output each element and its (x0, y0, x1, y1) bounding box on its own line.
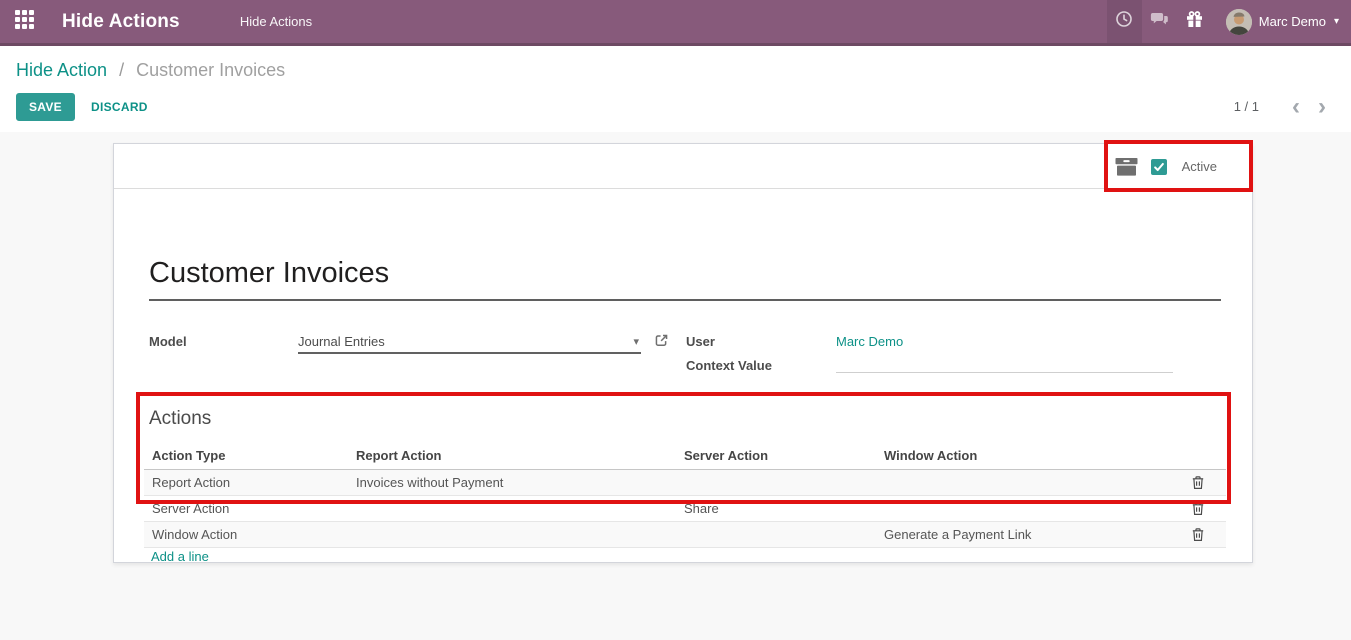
gift-button[interactable] (1177, 0, 1212, 43)
active-label: Active (1182, 159, 1217, 174)
form-sheet: Active Customer Invoices Model Journal E… (113, 143, 1253, 563)
column-header-server-action[interactable]: Server Action (676, 443, 876, 469)
actions-section-heading: Actions (149, 408, 211, 430)
model-value: Journal Entries (298, 334, 633, 349)
form-statusbar: Active (114, 144, 1252, 189)
cell-action-type[interactable]: Report Action (144, 469, 348, 495)
archive-box-icon (1115, 157, 1138, 177)
activity-menu-button[interactable] (1107, 0, 1142, 43)
add-a-line-link[interactable]: Add a line (151, 549, 209, 564)
external-link-button[interactable] (654, 333, 669, 348)
pager-value: 1 / 1 (1234, 99, 1259, 114)
model-label: Model (149, 334, 187, 349)
context-value-field[interactable] (836, 351, 1173, 373)
cell-window-action[interactable] (876, 495, 1169, 521)
active-toggle-group: Active (1115, 144, 1217, 189)
trash-icon (1191, 475, 1205, 490)
breadcrumb-current: Customer Invoices (136, 60, 285, 80)
external-link-icon (654, 333, 669, 348)
table-row[interactable]: Report Action Invoices without Payment (144, 469, 1226, 495)
menu-item-hide-actions[interactable]: Hide Actions (240, 14, 312, 29)
cell-action-type[interactable]: Window Action (144, 521, 348, 547)
apps-menu-button[interactable] (0, 0, 48, 43)
delete-row-button[interactable] (1191, 527, 1205, 542)
top-menu: Hide Actions (240, 13, 312, 31)
gift-icon (1186, 11, 1203, 33)
app-title[interactable]: Hide Actions (62, 11, 180, 33)
cell-window-action[interactable]: Generate a Payment Link (876, 521, 1169, 547)
check-icon (1153, 161, 1165, 173)
model-field[interactable]: Journal Entries ▾ (298, 331, 641, 354)
record-title[interactable]: Customer Invoices (149, 257, 1221, 301)
cell-report-action[interactable] (348, 495, 676, 521)
delete-row-button[interactable] (1191, 475, 1205, 490)
pager-next-button[interactable]: › (1309, 97, 1335, 117)
breadcrumb-parent-link[interactable]: Hide Action (16, 60, 107, 80)
column-header-delete (1169, 443, 1226, 469)
table-header-row: Action Type Report Action Server Action … (144, 443, 1226, 469)
user-value-link[interactable]: Marc Demo (836, 334, 903, 349)
cell-server-action[interactable] (676, 521, 876, 547)
systray: Marc Demo ▾ (1107, 0, 1351, 43)
column-header-action-type[interactable]: Action Type (144, 443, 348, 469)
trash-icon (1191, 527, 1205, 542)
breadcrumb-separator: / (119, 60, 124, 80)
control-panel: Hide Action / Customer Invoices SAVE DIS… (0, 46, 1351, 132)
cell-report-action[interactable]: Invoices without Payment (348, 469, 676, 495)
cell-report-action[interactable] (348, 521, 676, 547)
cell-server-action[interactable]: Share (676, 495, 876, 521)
delete-row-button[interactable] (1191, 501, 1205, 516)
grid-icon (15, 10, 34, 34)
context-value-label: Context Value (686, 358, 772, 373)
pager-previous-button[interactable]: ‹ (1283, 97, 1309, 117)
table-row[interactable]: Server Action Share (144, 495, 1226, 521)
discard-button[interactable]: DISCARD (91, 100, 148, 114)
messages-menu-button[interactable] (1142, 0, 1177, 43)
user-menu[interactable]: Marc Demo ▾ (1212, 0, 1351, 43)
caret-down-icon: ▾ (1334, 16, 1339, 27)
cell-window-action[interactable] (876, 469, 1169, 495)
chat-icon (1150, 11, 1169, 33)
column-header-report-action[interactable]: Report Action (348, 443, 676, 469)
pager: 1 / 1 ‹ › (1234, 97, 1335, 117)
active-checkbox[interactable] (1151, 159, 1167, 175)
breadcrumb: Hide Action / Customer Invoices (0, 46, 1351, 81)
control-panel-buttons: SAVE DISCARD 1 / 1 ‹ › (16, 93, 1335, 120)
avatar (1226, 9, 1252, 35)
cell-server-action[interactable] (676, 469, 876, 495)
column-header-window-action[interactable]: Window Action (876, 443, 1169, 469)
screen: Hide Actions Hide Actions (0, 0, 1351, 640)
top-navbar: Hide Actions Hide Actions (0, 0, 1351, 46)
trash-icon (1191, 501, 1205, 516)
save-button[interactable]: SAVE (16, 93, 75, 121)
actions-table: Action Type Report Action Server Action … (144, 443, 1226, 548)
form-view-background: Active Customer Invoices Model Journal E… (0, 132, 1351, 640)
table-row[interactable]: Window Action Generate a Payment Link (144, 521, 1226, 547)
cell-action-type[interactable]: Server Action (144, 495, 348, 521)
dropdown-caret-icon: ▾ (633, 335, 639, 348)
user-label: User (686, 334, 715, 349)
user-name: Marc Demo (1259, 14, 1326, 29)
clock-icon (1115, 10, 1133, 33)
